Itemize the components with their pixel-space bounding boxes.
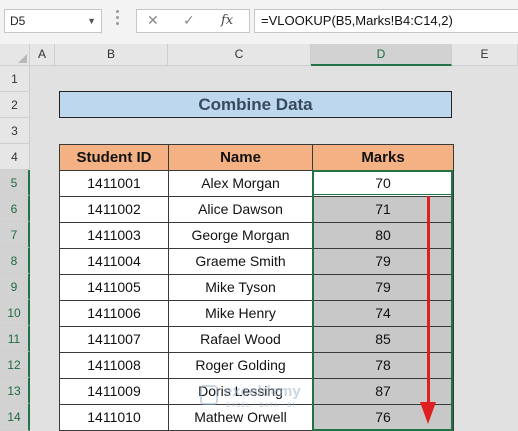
name-cell[interactable]: Graeme Smith [168, 248, 313, 275]
formula-buttons: ✕ ✓ fx [136, 9, 250, 33]
row-header-5[interactable]: 5 [0, 170, 30, 196]
name-cell[interactable]: Alice Dawson [168, 196, 313, 223]
row-header-7[interactable]: 7 [0, 222, 30, 248]
name-box[interactable]: D5 ▼ [4, 9, 102, 33]
name-cell[interactable]: Alex Morgan [168, 170, 313, 197]
chevron-down-icon[interactable]: ▼ [87, 10, 96, 32]
header-student-id[interactable]: Student ID [59, 144, 169, 171]
header-name[interactable]: Name [168, 144, 313, 171]
student-id-cell[interactable]: 1411008 [59, 352, 169, 379]
name-cell[interactable]: George Morgan [168, 222, 313, 249]
name-cell[interactable]: Mike Tyson [168, 274, 313, 301]
name-cell[interactable]: Roger Golding [168, 352, 313, 379]
marks-cell[interactable]: 74 [312, 300, 454, 327]
name-cell[interactable]: Doris Lessing [168, 378, 313, 405]
row-header-14[interactable]: 14 [0, 404, 30, 431]
header-marks[interactable]: Marks [312, 144, 454, 171]
student-id-cell[interactable]: 1411010 [59, 404, 169, 431]
row-header-9[interactable]: 9 [0, 274, 30, 300]
name-cell[interactable]: Mathew Orwell [168, 404, 313, 431]
student-id-cell[interactable]: 1411001 [59, 170, 169, 197]
column-header-e[interactable]: E [452, 44, 518, 66]
title-cell[interactable]: Combine Data [59, 91, 452, 118]
formula-bar-grip-icon[interactable] [116, 10, 120, 28]
formula-bar: D5 ▼ ✕ ✓ fx =VLOOKUP(B5,Marks!B4:C14,2) [0, 0, 518, 44]
student-id-cell[interactable]: 1411007 [59, 326, 169, 353]
name-cell[interactable]: Mike Henry [168, 300, 313, 327]
row-header-4[interactable]: 4 [0, 144, 30, 170]
marks-cell[interactable]: 70 [312, 170, 454, 197]
marks-cell[interactable]: 79 [312, 248, 454, 275]
cancel-icon[interactable]: ✕ [147, 12, 159, 29]
student-id-cell[interactable]: 1411002 [59, 196, 169, 223]
row-header-10[interactable]: 10 [0, 300, 30, 326]
row-header-11[interactable]: 11 [0, 326, 30, 352]
row-header-1[interactable]: 1 [0, 66, 30, 92]
student-id-cell[interactable]: 1411006 [59, 300, 169, 327]
student-id-cell[interactable]: 1411009 [59, 378, 169, 405]
row-header-8[interactable]: 8 [0, 248, 30, 274]
row-header-3[interactable]: 3 [0, 118, 30, 144]
row-header-2[interactable]: 2 [0, 92, 30, 118]
column-header-c[interactable]: C [168, 44, 311, 66]
marks-cell[interactable]: 85 [312, 326, 454, 353]
marks-cell[interactable]: 79 [312, 274, 454, 301]
marks-cell[interactable]: 71 [312, 196, 454, 223]
formula-input[interactable]: =VLOOKUP(B5,Marks!B4:C14,2) [254, 9, 518, 33]
down-arrow-icon [427, 196, 430, 403]
arrow-head-icon [420, 402, 436, 424]
grid-line [55, 66, 56, 431]
name-box-value: D5 [10, 14, 26, 28]
student-id-cell[interactable]: 1411005 [59, 274, 169, 301]
row-header-12[interactable]: 12 [0, 352, 30, 378]
column-header-a[interactable]: A [30, 44, 55, 66]
insert-function-icon[interactable]: fx [221, 13, 233, 28]
student-id-cell[interactable]: 1411004 [59, 248, 169, 275]
name-cell[interactable]: Rafael Wood [168, 326, 313, 353]
row-header-6[interactable]: 6 [0, 196, 30, 222]
column-header-b[interactable]: B [55, 44, 168, 66]
marks-cell[interactable]: 78 [312, 352, 454, 379]
row-header-13[interactable]: 13 [0, 378, 30, 404]
student-id-cell[interactable]: 1411003 [59, 222, 169, 249]
column-header-d[interactable]: D [311, 44, 452, 66]
marks-cell[interactable]: 80 [312, 222, 454, 249]
select-all-button[interactable] [0, 44, 30, 66]
marks-cell[interactable]: 87 [312, 378, 454, 405]
enter-icon[interactable]: ✓ [183, 12, 195, 29]
